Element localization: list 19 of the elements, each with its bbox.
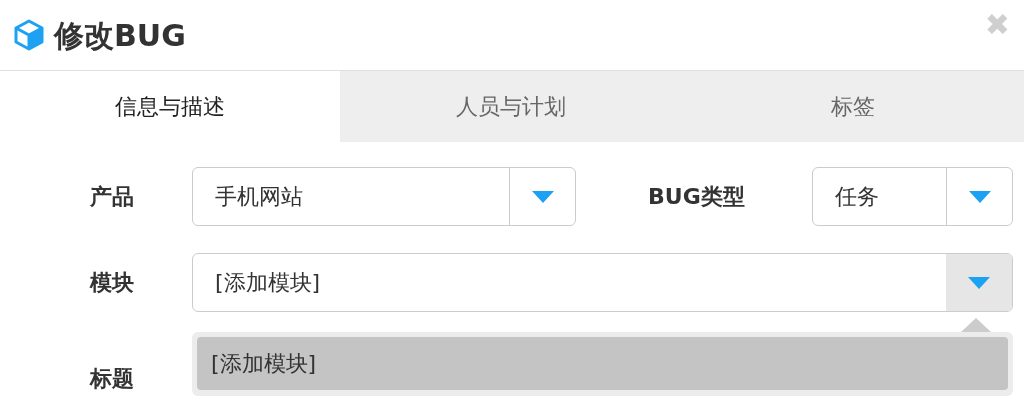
tab[interactable]: 标签 — [682, 71, 1024, 142]
dropdown-caret-icon — [968, 276, 990, 289]
field-label: 标题 — [88, 365, 135, 393]
select-field[interactable]: [添加模块] — [192, 253, 1013, 312]
field-label: 模块 — [88, 269, 135, 297]
dropdown-option[interactable]: [添加模块] — [197, 337, 1008, 390]
dropdown-caret-icon — [531, 190, 554, 203]
dropdown-caret-icon — [968, 190, 991, 203]
select-value: [添加模块] — [215, 269, 321, 297]
select-value: 手机网站 — [215, 183, 303, 211]
field-label: BUG类型 — [647, 183, 746, 211]
select-field[interactable]: 手机网站 — [192, 167, 576, 226]
select-field[interactable]: 任务 — [812, 167, 1013, 226]
dialog-title: 修改BUG — [54, 16, 186, 55]
field-label: 产品 — [89, 183, 135, 211]
cube-icon — [14, 19, 44, 51]
pointer-icon — [961, 318, 991, 332]
select-value: 任务 — [835, 183, 879, 211]
tab[interactable]: 人员与计划 — [340, 71, 682, 142]
